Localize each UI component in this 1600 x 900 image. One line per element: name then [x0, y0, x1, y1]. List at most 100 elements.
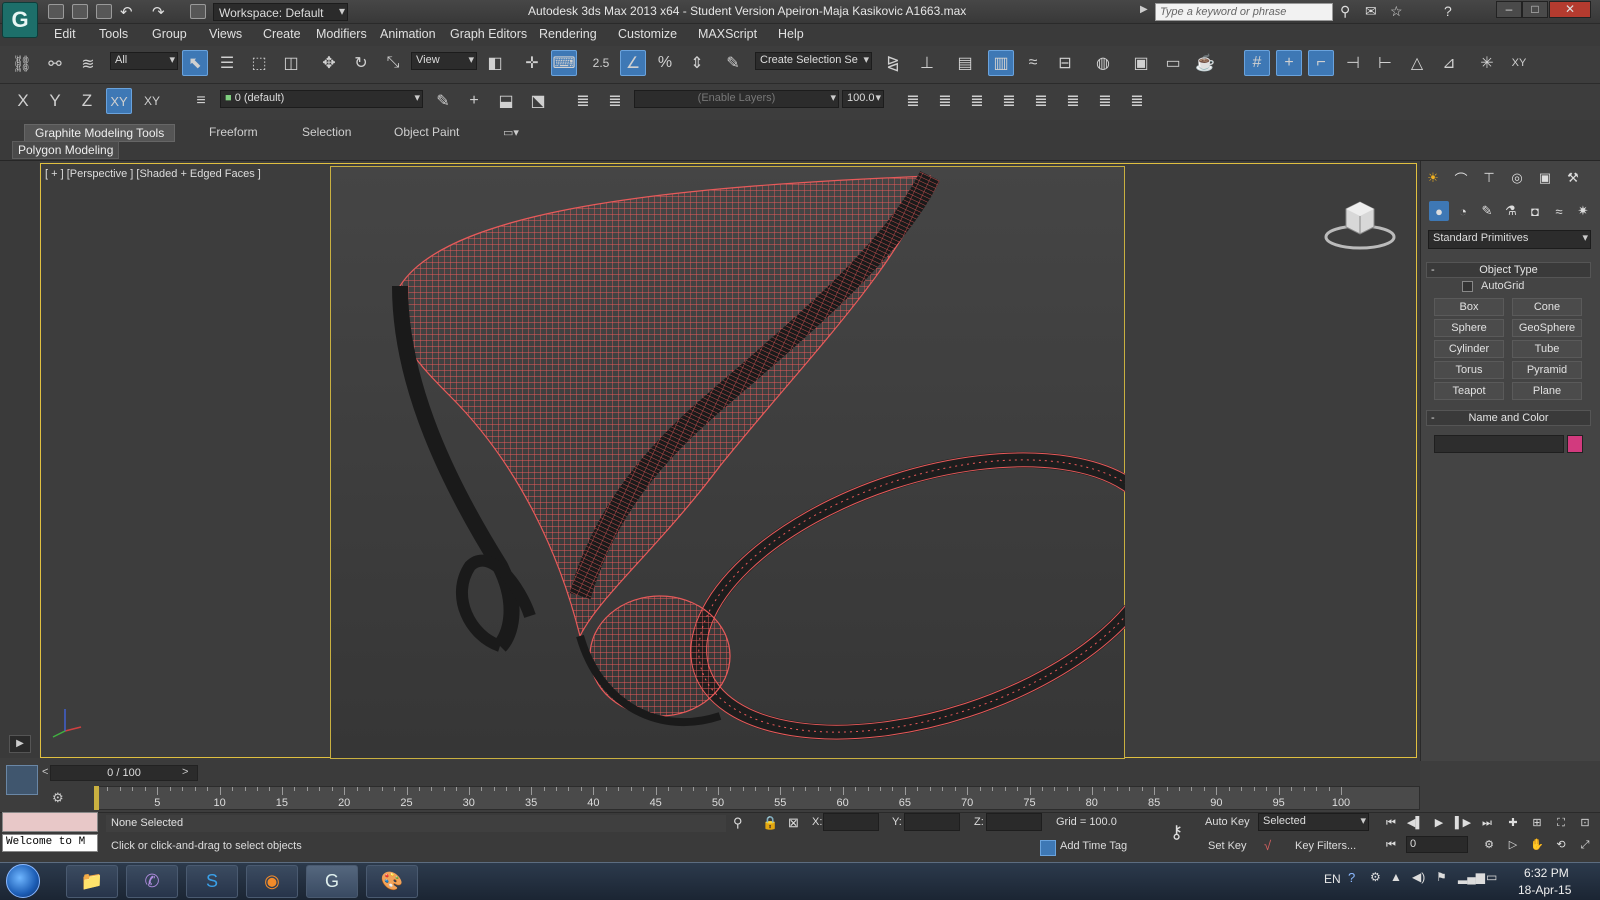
skype-icon[interactable]: S [186, 865, 238, 898]
maxscript-mini-listener[interactable] [2, 812, 98, 832]
tab-selection[interactable]: Selection [292, 124, 361, 142]
default-in-out-tangent-icon[interactable]: √ [1264, 838, 1271, 853]
power-icon[interactable]: ▭ [1486, 870, 1497, 884]
mirror-icon[interactable]: ⧎ [880, 50, 906, 76]
time-slider[interactable]: 0 / 100 [50, 765, 198, 781]
cameras-icon[interactable]: ⚗ [1501, 201, 1521, 221]
menu-customize[interactable]: Customize [618, 27, 677, 41]
maximize-viewport-icon[interactable]: ⤢ [1576, 837, 1594, 853]
open-file-icon[interactable] [72, 4, 88, 19]
menu-rendering[interactable]: Rendering [539, 27, 597, 41]
x-coordinate-input[interactable] [823, 813, 879, 831]
timeline-filter-icon[interactable]: ⚙ [52, 790, 64, 806]
zoom-all-icon[interactable]: ⊞ [1528, 815, 1546, 831]
brush-preset-icon[interactable]: ≣ [570, 88, 596, 114]
endpoint-snap-icon[interactable]: ⌐ [1308, 50, 1334, 76]
help-tray-icon[interactable]: ? [1348, 870, 1355, 885]
play-animation-icon[interactable]: ▶ [1430, 815, 1448, 831]
add-to-layer-icon[interactable]: + [461, 88, 487, 114]
reference-coordinate-dropdown[interactable]: View [411, 52, 477, 70]
snaps-toggle-icon[interactable]: 2.5 [588, 50, 614, 76]
help-search-input[interactable]: Type a keyword or phrase [1155, 3, 1333, 21]
select-and-rotate-icon[interactable]: ↻ [348, 50, 374, 76]
maximize-button[interactable]: □ [1522, 1, 1548, 18]
paint-icon[interactable]: 🎨 [366, 865, 418, 898]
pivot-center-icon[interactable]: ◧ [482, 50, 508, 76]
sphere-button[interactable]: Sphere [1434, 319, 1504, 337]
layer-tool-5-icon[interactable]: ≣ [1028, 88, 1054, 114]
create-tab-icon[interactable]: ☀ [1423, 168, 1443, 188]
primitive-category-dropdown[interactable]: Standard Primitives [1428, 230, 1591, 249]
go-to-start-icon[interactable]: ⏮ [1382, 815, 1400, 831]
pivot-snap-icon[interactable]: ✳ [1474, 50, 1500, 76]
cylinder-button[interactable]: Cylinder [1434, 340, 1504, 358]
cone-button[interactable]: Cone [1512, 298, 1582, 316]
select-and-scale-icon[interactable]: ⤡ [380, 50, 406, 76]
menu-edit[interactable]: Edit [54, 27, 76, 41]
add-time-tag-button[interactable]: Add Time Tag [1060, 840, 1127, 852]
geosphere-button[interactable]: GeoSphere [1512, 319, 1582, 337]
undo-icon[interactable]: ↶ [120, 3, 133, 21]
menu-group[interactable]: Group [152, 27, 187, 41]
menu-help[interactable]: Help [778, 27, 804, 41]
align-icon[interactable]: ⊥ [914, 50, 940, 76]
menu-graph-editors[interactable]: Graph Editors [450, 27, 527, 41]
hierarchy-tab-icon[interactable]: ⊤ [1479, 168, 1499, 188]
wireframe-model[interactable] [330, 166, 1125, 759]
minimize-button[interactable]: – [1496, 1, 1522, 18]
tray-tool-icon[interactable]: ⚙ [1370, 870, 1381, 884]
layer-tool-7-icon[interactable]: ≣ [1092, 88, 1118, 114]
absolute-mode-icon[interactable]: ⊠ [788, 815, 799, 831]
create-layer-icon[interactable]: ✎ [430, 88, 456, 114]
menu-animation[interactable]: Animation [380, 27, 436, 41]
isolate-selection-icon[interactable]: ⚲ [733, 815, 743, 831]
spinner-snap-icon[interactable]: ⇕ [684, 50, 710, 76]
maxscript-output[interactable]: Welcome to M [2, 834, 98, 852]
tab-object-paint[interactable]: Object Paint [384, 124, 469, 142]
constrain-xy-button[interactable]: XY [106, 88, 132, 114]
menu-views[interactable]: Views [209, 27, 242, 41]
constrain-x-button[interactable]: X [10, 88, 36, 114]
file-explorer-icon[interactable]: 📁 [66, 865, 118, 898]
torus-button[interactable]: Torus [1434, 361, 1504, 379]
time-tag-icon[interactable] [1040, 840, 1056, 856]
y-coordinate-input[interactable] [904, 813, 960, 831]
network-signal-icon[interactable]: ▂▄▆ [1458, 870, 1485, 884]
clock-date[interactable]: 18-Apr-15 [1518, 883, 1571, 897]
named-selection-dropdown[interactable]: Create Selection Se [755, 52, 872, 70]
bind-space-warp-icon[interactable]: ≋ [75, 51, 101, 77]
edit-named-selection-icon[interactable]: ✎ [720, 50, 746, 76]
toggle-ribbon-icon[interactable]: ▥ [988, 50, 1014, 76]
tab-freeform[interactable]: Freeform [199, 124, 268, 142]
current-frame-input[interactable]: 0 [1406, 836, 1468, 853]
render-setup-icon[interactable]: ▣ [1128, 50, 1154, 76]
polygon-modeling-panel[interactable]: Polygon Modeling [12, 141, 120, 159]
display-tab-icon[interactable]: ▣ [1535, 168, 1555, 188]
selection-filter-dropdown[interactable]: All [110, 52, 178, 70]
select-and-move-icon[interactable]: ✥ [316, 50, 342, 76]
binoculars-icon[interactable]: ⚲ [1340, 3, 1350, 20]
tube-button[interactable]: Tube [1512, 340, 1582, 358]
menu-tools[interactable]: Tools [99, 27, 128, 41]
save-file-icon[interactable] [96, 4, 112, 19]
select-in-layer-icon[interactable]: ⬓ [493, 88, 519, 114]
next-frame-icon[interactable]: ▌▶ [1454, 815, 1472, 831]
menu-modifiers[interactable]: Modifiers [316, 27, 367, 41]
pan-view-icon[interactable]: ✋ [1528, 837, 1546, 853]
utilities-tab-icon[interactable]: ⚒ [1563, 168, 1583, 188]
perpendicular-snap-icon[interactable]: ⊿ [1436, 50, 1462, 76]
time-cursor[interactable] [94, 786, 99, 810]
3ds-max-taskbar-icon[interactable]: G [306, 865, 358, 898]
close-button[interactable]: ✕ [1549, 1, 1591, 18]
rectangular-selection-icon[interactable]: ⬚ [246, 50, 272, 76]
tab-graphite-modeling-tools[interactable]: Graphite Modeling Tools [24, 124, 176, 142]
time-configuration-icon[interactable]: ⚙ [1480, 837, 1498, 853]
set-key-button[interactable]: Set Key [1208, 840, 1247, 852]
constrain-y-button[interactable]: Y [42, 88, 68, 114]
project-folder-icon[interactable] [190, 4, 206, 19]
layer-tool-8-icon[interactable]: ≣ [1124, 88, 1150, 114]
box-button[interactable]: Box [1434, 298, 1504, 316]
orbit-icon[interactable]: ⟲ [1552, 837, 1570, 853]
window-crossing-icon[interactable]: ◫ [278, 50, 304, 76]
helpers-icon[interactable]: ◘ [1525, 201, 1545, 221]
